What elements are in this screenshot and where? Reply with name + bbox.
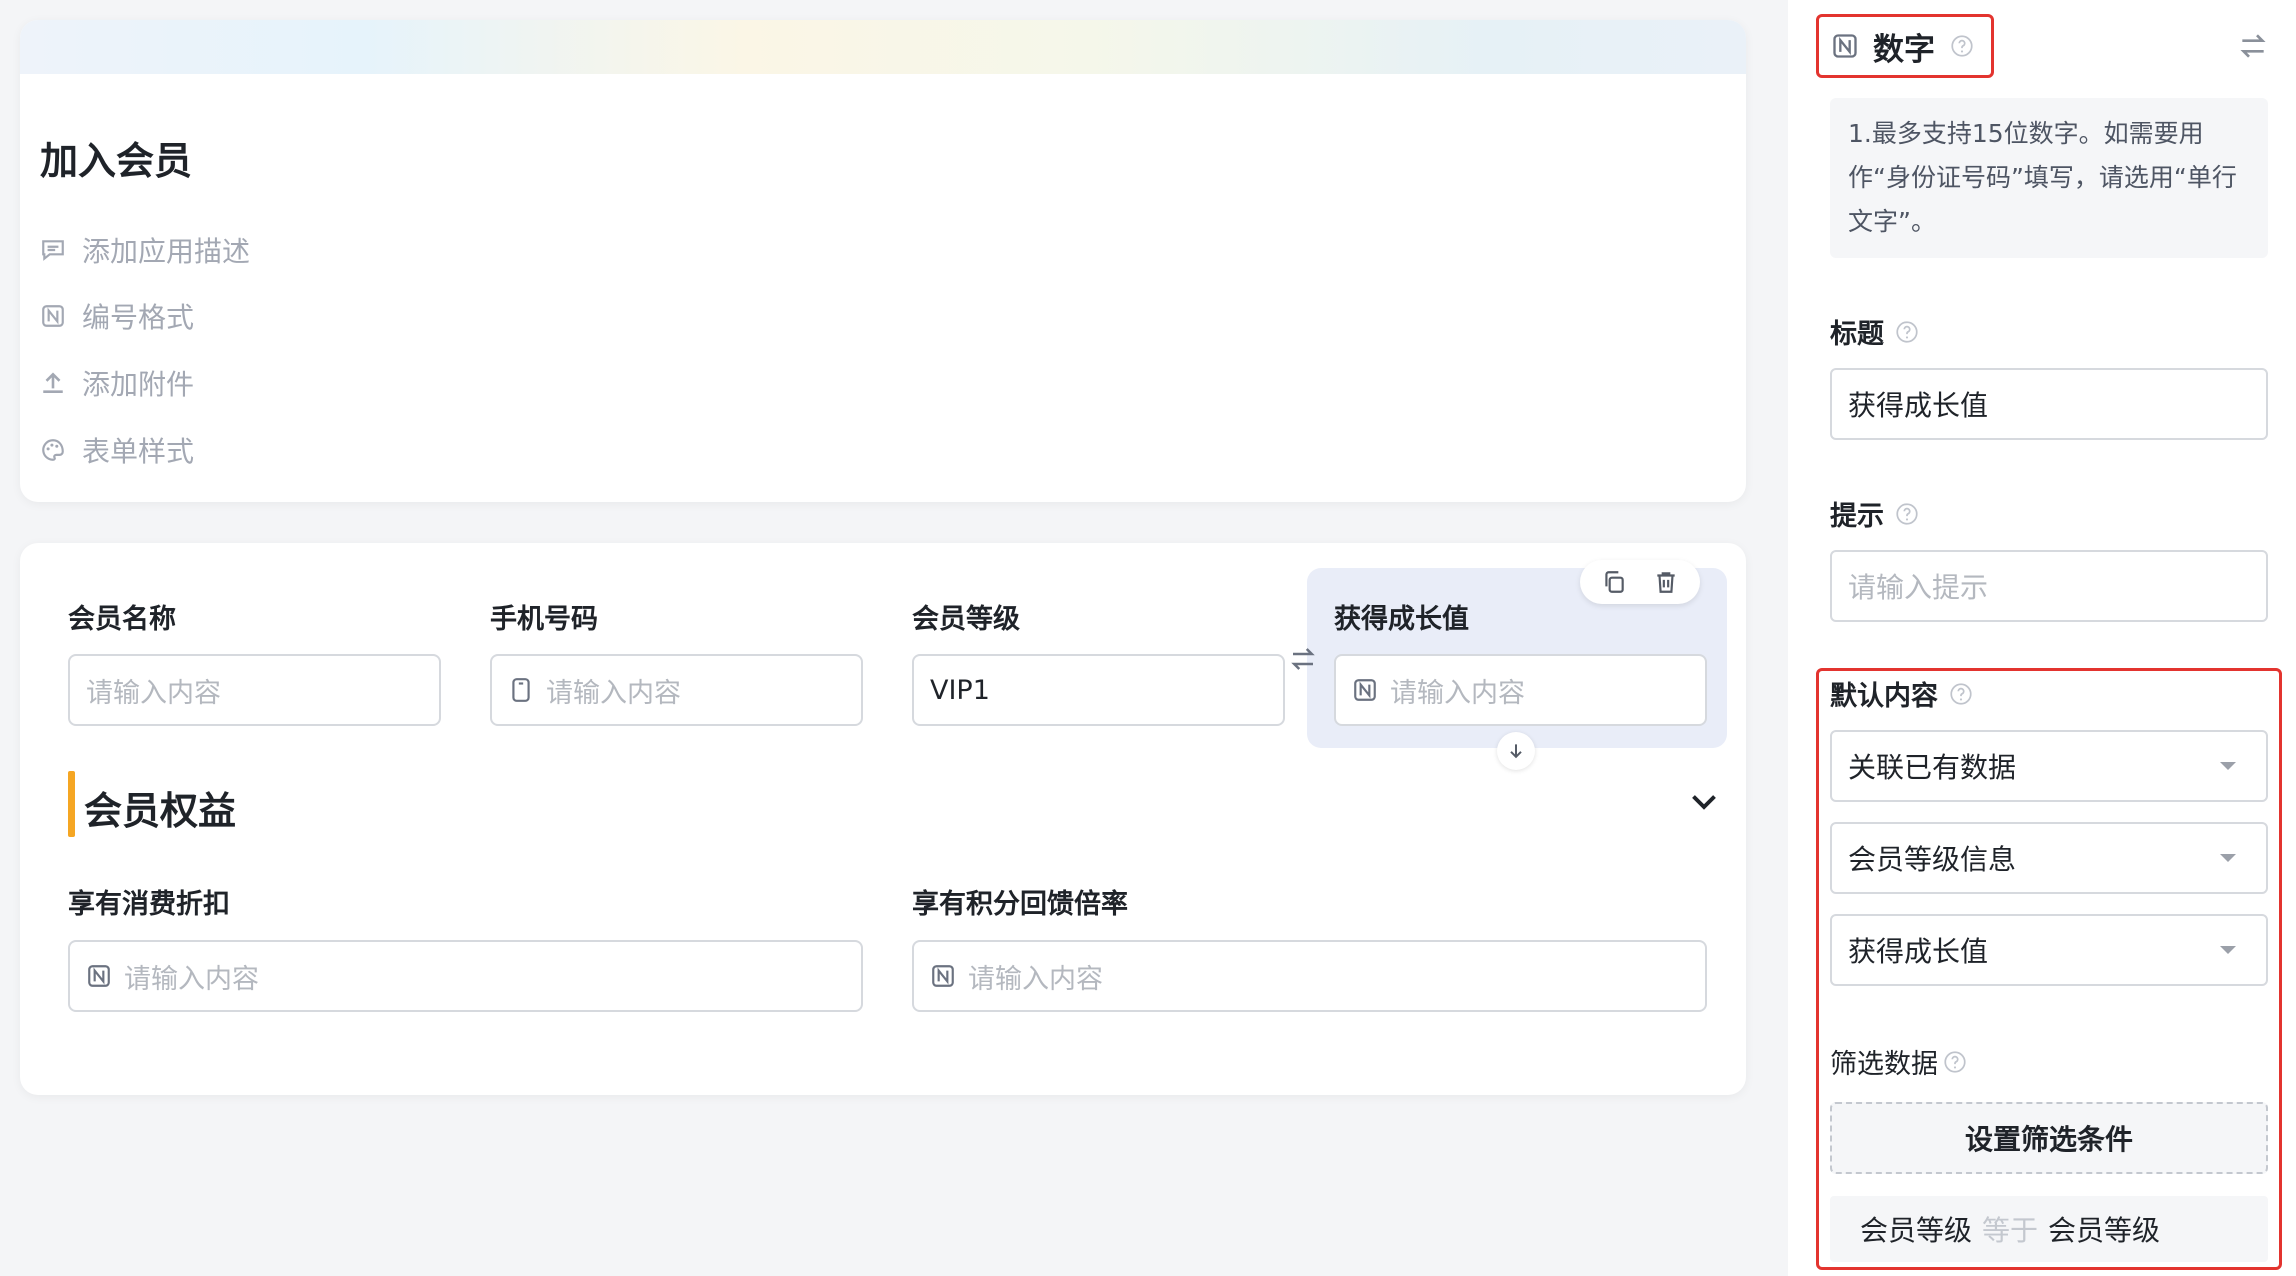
filter-label: 筛选数据: [1830, 1049, 1938, 1080]
palette-icon: [42, 439, 64, 461]
chevron-down-icon[interactable]: [1686, 783, 1722, 819]
field-label-growth-value: 获得成长值: [1334, 604, 1469, 635]
hint-label-row: 提示: [1830, 494, 1920, 533]
default-label-row: 默认内容: [1830, 674, 1974, 713]
number-icon: [1833, 34, 1857, 58]
section-title: 会员权益: [84, 789, 237, 833]
linked-field-select[interactable]: 获得成长值: [1830, 914, 2268, 986]
member-level-input[interactable]: VIP1: [912, 654, 1285, 726]
field-label-points-rate: 享有积分回馈倍率: [912, 889, 1128, 920]
field-label-discount: 享有消费折扣: [68, 889, 230, 920]
discount-input[interactable]: 请输入内容: [68, 940, 863, 1012]
hint-placeholder: 请输入提示: [1848, 571, 1989, 604]
field-toolbar: [1580, 560, 1700, 604]
title-label: 标题: [1830, 319, 1884, 350]
default-source-select[interactable]: 关联已有数据: [1830, 730, 2268, 802]
default-content-label: 默认内容: [1830, 681, 1938, 712]
title-input-value: 获得成长值: [1848, 389, 1989, 422]
growth-value-placeholder: 请输入内容: [1390, 677, 1525, 709]
caret-down-icon: [2220, 762, 2236, 770]
form-canvas: 加入会员 添加应用描述 编号格式 添加附件 表单样式 会员名称 请输入内容 手机…: [0, 0, 1788, 1276]
form-style-option[interactable]: 表单样式: [40, 430, 194, 470]
swap-horizontal-icon[interactable]: [1288, 644, 1318, 674]
condition-field: 会员等级: [1860, 1214, 1973, 1247]
discount-placeholder: 请输入内容: [124, 963, 259, 995]
field-type-header: 数字: [1816, 14, 1994, 78]
add-description-label: 添加应用描述: [82, 235, 251, 268]
number-icon: [88, 965, 110, 987]
move-down-button[interactable]: [1497, 732, 1535, 770]
growth-value-input[interactable]: 请输入内容: [1334, 654, 1707, 726]
add-attachment-option[interactable]: 添加附件: [40, 363, 194, 403]
member-level-value: VIP1: [930, 674, 990, 706]
title-input[interactable]: 获得成长值: [1830, 368, 2268, 440]
member-name-input[interactable]: 请输入内容: [68, 654, 441, 726]
form-style-label: 表单样式: [82, 435, 195, 468]
field-label-member-name: 会员名称: [68, 604, 176, 635]
phone-input[interactable]: 请输入内容: [490, 654, 863, 726]
condition-operator: 等于: [1982, 1214, 2039, 1247]
help-icon[interactable]: [1894, 501, 1920, 527]
number-icon: [932, 965, 954, 987]
switch-type-icon[interactable]: [2237, 30, 2269, 62]
number-format-option[interactable]: 编号格式: [40, 296, 194, 336]
number-icon: [1354, 679, 1376, 701]
field-label-phone: 手机号码: [490, 604, 598, 635]
member-name-placeholder: 请输入内容: [86, 677, 221, 709]
linked-form-select[interactable]: 会员等级信息: [1830, 822, 2268, 894]
number-format-icon: [42, 305, 64, 327]
help-icon[interactable]: [1948, 681, 1974, 707]
points-rate-placeholder: 请输入内容: [968, 963, 1103, 995]
phone-placeholder: 请输入内容: [546, 677, 681, 709]
filter-condition[interactable]: 会员等级 等于 会员等级: [1830, 1196, 2268, 1262]
field-tip: 1.最多支持15位数字。如需要用作“身份证号码”填写，请选用“单行文字”。: [1830, 98, 2268, 258]
comment-icon: [42, 240, 64, 261]
hint-label: 提示: [1830, 501, 1884, 532]
help-icon[interactable]: [1894, 319, 1920, 345]
title-label-row: 标题: [1830, 312, 1920, 351]
default-source-value: 关联已有数据: [1848, 751, 2017, 784]
section-accent-bar: [68, 771, 75, 837]
upload-icon: [43, 372, 63, 393]
delete-icon[interactable]: [1653, 569, 1679, 595]
app-title[interactable]: 加入会员: [40, 130, 192, 185]
caret-down-icon: [2220, 946, 2236, 954]
help-icon[interactable]: [1942, 1049, 1968, 1075]
field-label-member-level: 会员等级: [912, 604, 1020, 635]
caret-down-icon: [2220, 854, 2236, 862]
set-filter-button[interactable]: 设置筛选条件: [1830, 1102, 2268, 1174]
phone-icon: [512, 678, 530, 702]
filter-label-row: 筛选数据: [1830, 1042, 1968, 1081]
linked-form-value: 会员等级信息: [1848, 843, 2017, 876]
form-header-card: [20, 20, 1746, 502]
field-type-label: 数字: [1873, 31, 1935, 68]
header-banner: [20, 20, 1746, 74]
arrow-down-icon: [1510, 744, 1522, 759]
hint-input[interactable]: 请输入提示: [1830, 550, 2268, 622]
number-format-label: 编号格式: [82, 301, 195, 334]
add-attachment-label: 添加附件: [82, 368, 195, 401]
linked-field-value: 获得成长值: [1848, 935, 1989, 968]
condition-value: 会员等级: [2048, 1214, 2161, 1247]
points-rate-input[interactable]: 请输入内容: [912, 940, 1707, 1012]
copy-icon[interactable]: [1601, 569, 1627, 595]
add-description-option[interactable]: 添加应用描述: [40, 230, 250, 270]
help-icon[interactable]: [1949, 33, 1975, 59]
